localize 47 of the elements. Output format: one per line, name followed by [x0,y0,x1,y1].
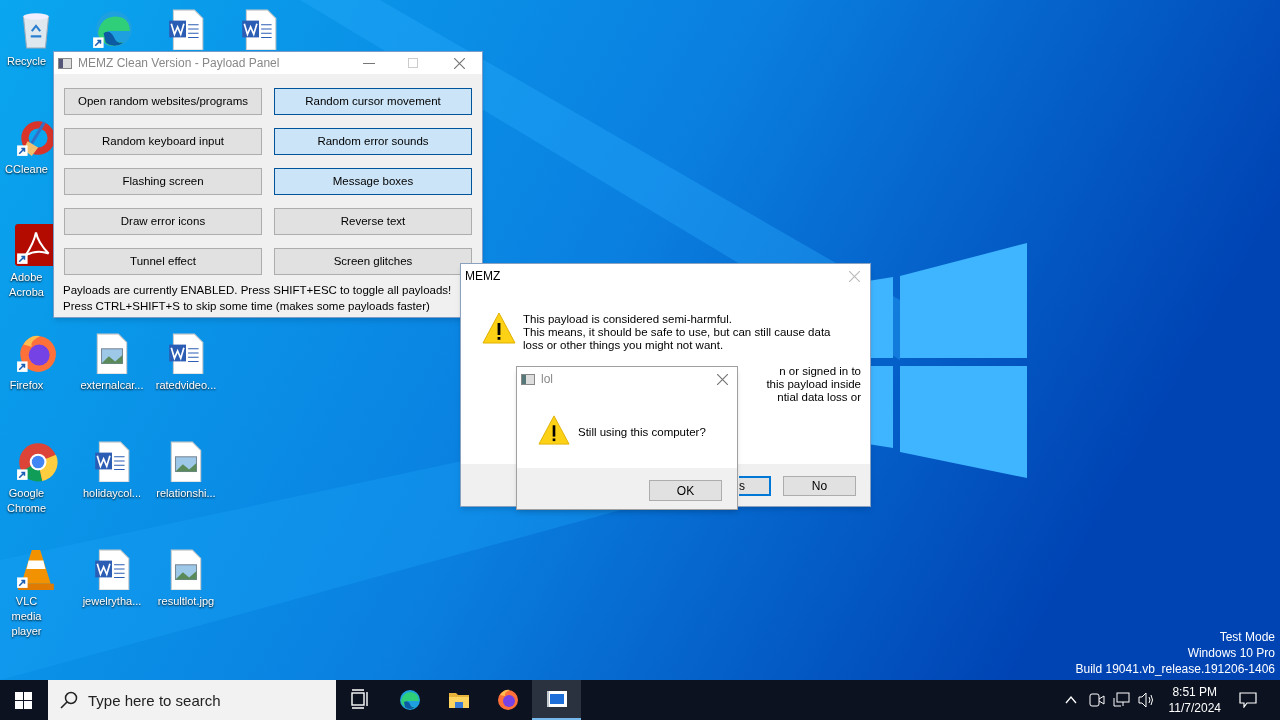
dialog-message: This payload is considered semi-harmful. This means, it should be safe to use, but can still cause data loss or other things you might not want. [523,313,831,352]
payload-toggle-button[interactable]: Message boxes [274,168,472,195]
search-field[interactable]: Type here to search [48,680,336,720]
dialog-message-fragment: ntial data loss or [776,391,861,404]
search-icon [60,691,78,709]
payload-toggle-button[interactable]: Flashing screen [64,168,262,195]
window-title: lol [541,371,554,388]
clock-date[interactable]: 11/7/2024 [1168,700,1221,716]
close-icon[interactable] [717,373,728,385]
start-icon[interactable] [15,691,32,709]
yes-button[interactable]: s [739,476,771,496]
payload-toggle-button[interactable]: Random error sounds [274,128,472,155]
ok-button[interactable]: OK [649,480,722,501]
payload-toggle-button[interactable]: Open random websites/programs [64,88,262,115]
system-info-text: Test Mode [1219,629,1275,645]
system-info-text: Build 19041.vb_release.191206-1406 [1075,661,1275,677]
window-title: MEMZ Clean Version - Payload Panel [78,55,281,72]
network-icon[interactable] [1112,692,1130,708]
notification-icon[interactable] [1239,692,1257,708]
maximize-icon [408,58,418,68]
warning-icon [482,312,516,344]
minimize-icon[interactable] [363,62,375,64]
warning-icon [538,414,570,446]
taskbar-app-button[interactable] [532,680,581,720]
no-button[interactable]: No [783,476,856,496]
chevron-up-icon[interactable] [1064,696,1077,704]
chrome-icon[interactable] [14,440,58,482]
status-text: Press CTRL+SHIFT+S to skip some time (makes some payloads faster) [63,299,431,314]
payload-toggle-button[interactable]: Reverse text [274,208,472,235]
edge-icon [397,688,422,712]
app-icon [58,57,72,69]
payload-toggle-button[interactable]: Tunnel effect [64,248,262,275]
close-icon[interactable] [454,57,465,69]
dialog-message-fragment: n or signed in to [778,365,861,378]
status-text: Payloads are currently ENABLED. Press SHIFT+ESC to toggle all payloads! [63,283,453,298]
payload-toggle-button[interactable]: Random keyboard input [64,128,262,155]
edge-icon[interactable] [90,8,134,50]
dialog-message: Still using this computer? [578,425,706,440]
volume-icon[interactable] [1137,692,1155,708]
dialog-message-fragment: this payload inside [765,378,861,391]
payload-toggle-button[interactable]: Random cursor movement [274,88,472,115]
camera-icon[interactable] [1088,692,1105,708]
system-info-text: Windows 10 Pro [1187,645,1275,661]
firefox-icon [495,688,520,712]
clock-time[interactable]: 8:51 PM [1172,684,1218,700]
app-icon [521,373,535,385]
payload-toggle-button[interactable]: Draw error icons [64,208,262,235]
